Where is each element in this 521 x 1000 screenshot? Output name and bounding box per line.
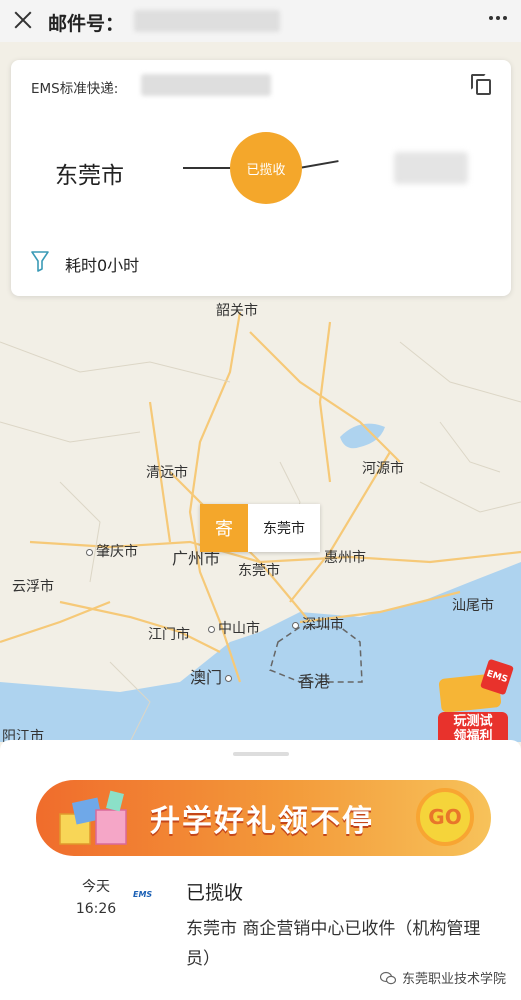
event-description: 东莞市 商企营销中心已收件（机构管理员）: [186, 919, 481, 969]
drag-handle[interactable]: [233, 752, 289, 756]
city-label: 云浮市: [12, 579, 54, 595]
city-qingyuan: 清远市: [146, 462, 188, 482]
city-dongguan: 东莞市: [238, 560, 280, 580]
funnel-icon: [31, 251, 49, 272]
city-shenzhen: 深圳市: [292, 614, 344, 634]
more-options-icon[interactable]: [489, 16, 507, 20]
elapsed-time: 耗时0小时: [65, 256, 140, 275]
watermark-text: 东莞职业技术学院: [402, 972, 507, 987]
city-jiangmen: 江门市: [148, 624, 190, 644]
gift-boxes-icon: [59, 790, 127, 845]
page-title: 邮件号：: [48, 13, 125, 35]
redacted-waybill-number: [141, 74, 271, 96]
city-heyuan: 河源市: [362, 458, 404, 478]
promo-banner[interactable]: 升学好礼领不停 GO: [36, 780, 491, 856]
wechat-icon: [380, 971, 396, 984]
promo-line-1: 玩测试: [453, 714, 493, 729]
origin-city: 东莞市: [55, 163, 124, 189]
city-dot-icon: [208, 625, 215, 633]
city-shaoguan: 韶关市: [216, 300, 258, 320]
tracking-detail-sheet: 升学好礼领不停 GO 今天 16:26 EMS 已揽收 东莞市 商企营销中心已收…: [0, 740, 521, 1000]
event-time: 16:26: [75, 901, 117, 917]
ems-logo-icon: EMS: [133, 890, 153, 899]
city-shanwei: 汕尾市: [452, 595, 494, 615]
city-macau: 澳门: [190, 664, 235, 688]
city-label: 韶关市: [216, 303, 258, 319]
city-label: 澳门: [190, 668, 223, 687]
event-date: 今天: [82, 879, 110, 895]
copy-icon[interactable]: [471, 74, 493, 96]
city-dot-icon: [292, 621, 299, 629]
city-yunfu: 云浮市: [12, 576, 54, 596]
city-label: 河源市: [362, 461, 404, 477]
route-line-left: [183, 167, 233, 169]
city-label: 香港: [298, 672, 331, 691]
route-line-right: [298, 160, 339, 169]
city-label: 清远市: [146, 465, 188, 481]
go-button[interactable]: GO: [416, 788, 474, 846]
city-label: 深圳市: [302, 617, 344, 633]
city-hongkong: 香港: [298, 668, 330, 692]
city-zhongshan: 中山市: [208, 618, 260, 638]
city-label: 东莞市: [238, 563, 280, 579]
city-label: 肇庆市: [96, 544, 138, 560]
event-status: 已揽收: [186, 882, 244, 904]
origin-map-marker[interactable]: 寄 东莞市: [200, 504, 320, 552]
city-label: 惠州市: [324, 550, 366, 566]
send-tag: 寄: [200, 504, 248, 552]
marker-city: 东莞市: [248, 504, 320, 552]
city-huizhou: 惠州市: [324, 547, 366, 567]
city-dot-icon: [225, 675, 233, 682]
redacted-tracking-number: [134, 10, 280, 32]
city-label: 江门市: [148, 627, 190, 643]
event-timestamp: 今天 16:26: [66, 876, 126, 920]
top-bar: 邮件号：: [0, 0, 521, 42]
shipment-summary-card: EMS标准快递: 东莞市 已揽收 耗时0小时: [11, 60, 511, 296]
city-label: 中山市: [218, 621, 260, 637]
promo-float-button[interactable]: EMS 玩测试 领福利: [434, 654, 516, 748]
redacted-destination: [394, 152, 468, 184]
city-zhaoqing: 肇庆市: [86, 541, 138, 561]
banner-headline: 升学好礼领不停: [150, 804, 374, 839]
account-watermark: 东莞职业技术学院: [380, 968, 506, 987]
status-circle: 已揽收: [230, 132, 302, 204]
service-type-label: EMS标准快递:: [31, 81, 119, 97]
city-label: 汕尾市: [452, 598, 494, 614]
city-dot-icon: [86, 548, 93, 556]
close-icon[interactable]: [12, 9, 34, 31]
